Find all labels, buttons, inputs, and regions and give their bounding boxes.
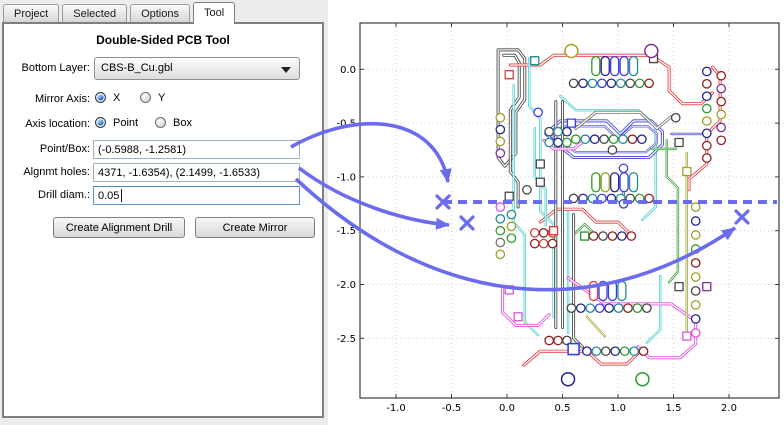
axis-location-point-radio[interactable] [95,117,106,128]
svg-text:-1.0: -1.0 [336,172,356,183]
svg-text:0.0: 0.0 [340,65,356,76]
svg-text:-0.5: -0.5 [336,119,356,130]
mirror-axis-label: Mirror Axis: [4,93,90,105]
tool-panel: Double-Sided PCB Tool Bottom Layer: CBS-… [2,22,324,418]
drill-diam-input[interactable] [93,186,300,205]
tab-project[interactable]: Project [3,4,59,22]
svg-text:1.0: 1.0 [610,403,626,414]
app-window: { "tabs": [ {"label": "Project", "active… [0,0,784,425]
axis-location-label: Axis location: [4,118,90,130]
x-marker [461,217,473,229]
axis-location-point-label: Point [113,117,138,129]
svg-text:1.5: 1.5 [666,403,682,414]
bottom-layer-value: CBS-B_Cu.gbl [101,62,173,74]
chevron-down-icon [281,67,291,73]
create-mirror-button[interactable]: Create Mirror [195,217,315,238]
svg-text:0.5: 0.5 [555,403,571,414]
drill-diam-label: Drill diam.: [4,189,90,201]
svg-text:-1.5: -1.5 [336,226,356,237]
mirror-axis-x-label: X [113,92,120,104]
point-box-label: Point/Box: [4,143,90,155]
axis-location-box-label: Box [173,117,192,129]
x-marker [736,211,748,223]
create-alignment-drill-button[interactable]: Create Alignment Drill [53,217,185,238]
tab-selected[interactable]: Selected [62,4,127,22]
axis-location-box-radio[interactable] [155,117,166,128]
bottom-layer-combobox[interactable]: CBS-B_Cu.gbl [94,57,300,80]
svg-text:-1.0: -1.0 [386,403,406,414]
point-box-input[interactable] [93,140,300,159]
tab-tool[interactable]: Tool [193,2,235,24]
tab-bar: Project Selected Options Tool [3,2,238,22]
bottom-layer-label: Bottom Layer: [4,62,90,74]
svg-text:-2.0: -2.0 [336,280,356,291]
plot-figure: -1.0 -0.5 0.0 0.5 1.0 1.5 2.0 0.0 -0.5 -1.0 -1.5 -2… [328,0,784,425]
alignment-holes-input[interactable] [93,163,300,182]
alignment-holes-label: Algnmt holes: [4,166,90,178]
svg-text:-0.5: -0.5 [442,403,462,414]
mirror-axis-x-radio[interactable] [95,92,106,103]
svg-text:-2.5: -2.5 [336,334,356,345]
pcb-artwork [496,45,725,386]
tab-options[interactable]: Options [130,4,190,22]
panel-title: Double-Sided PCB Tool [4,33,322,47]
mirror-axis-y-label: Y [158,92,165,104]
svg-text:2.0: 2.0 [721,403,737,414]
text-caret [121,189,122,202]
axes: -1.0 -0.5 0.0 0.5 1.0 1.5 2.0 0.0 -0.5 -1.0 -1.5 -2… [336,23,779,414]
mirror-axis-y-radio[interactable] [140,92,151,103]
pcb-plot: -1.0 -0.5 0.0 0.5 1.0 1.5 2.0 0.0 -0.5 -1.0 -1.5 -2… [328,0,784,425]
svg-text:0.0: 0.0 [499,403,515,414]
